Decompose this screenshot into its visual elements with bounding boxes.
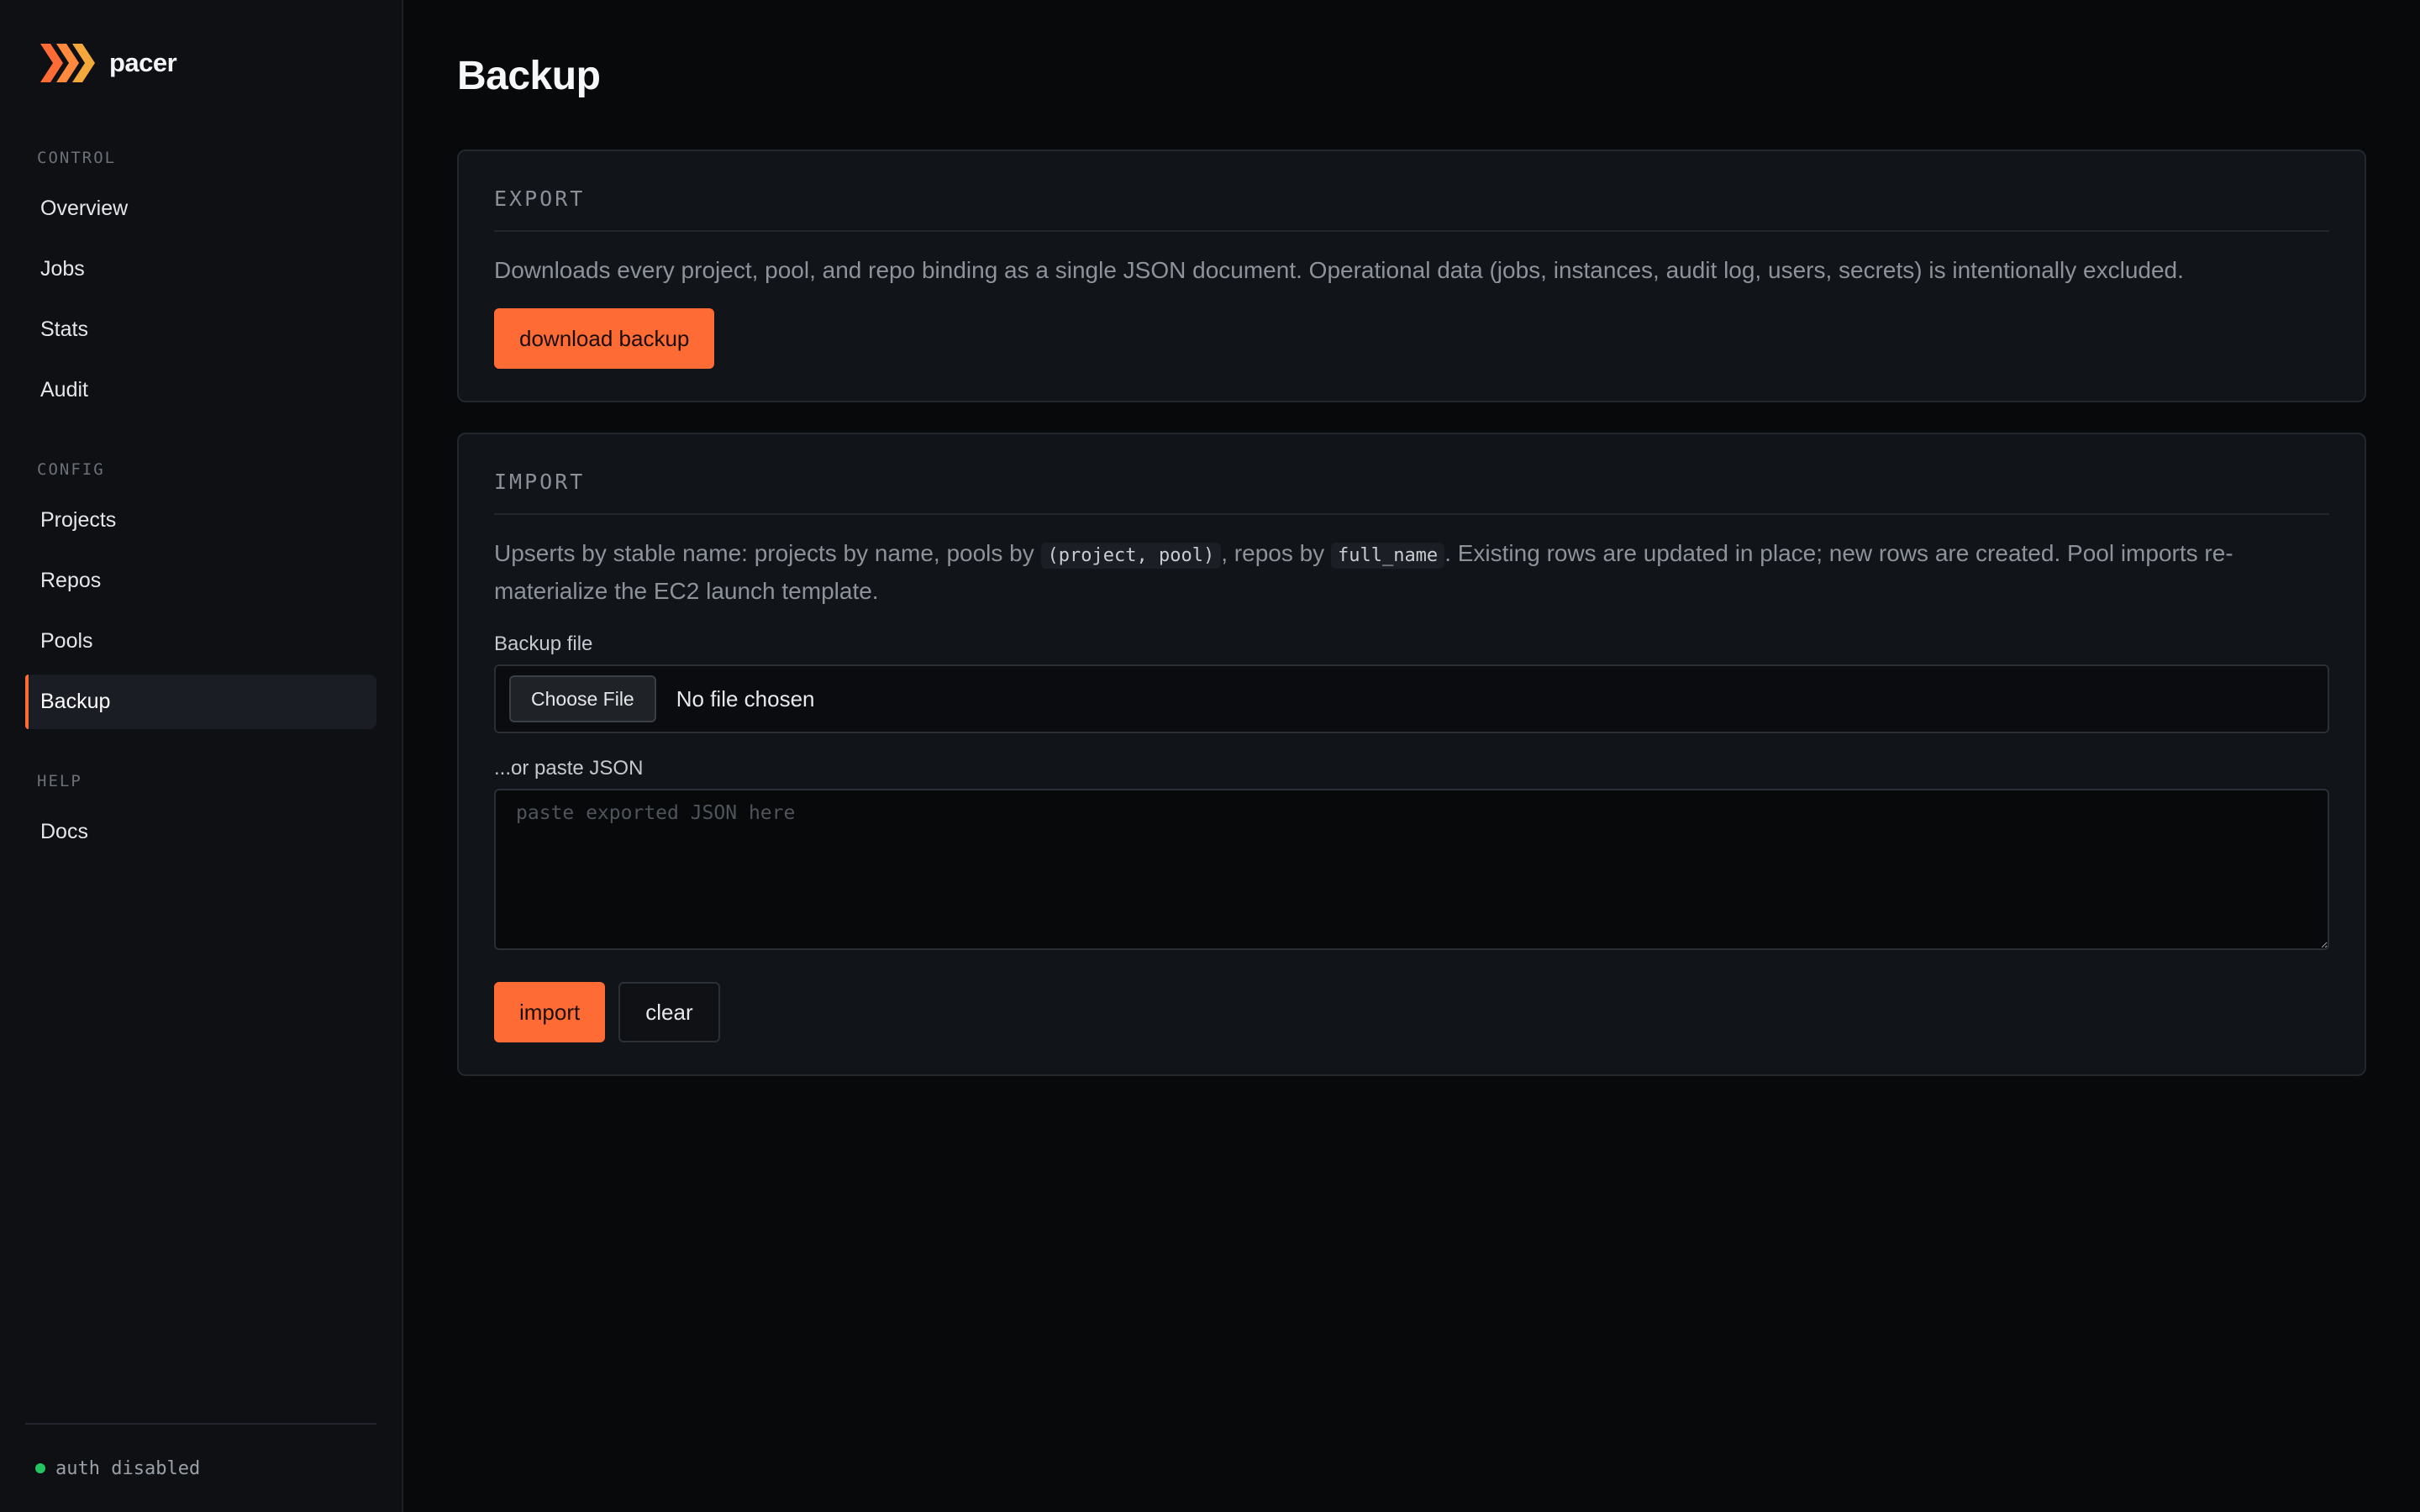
code-full-name: full_name (1330, 543, 1445, 569)
nav-section-config: CONFIG Projects Repos Pools Backup (25, 454, 376, 729)
sidebar: pacer CONTROL Overview Jobs Stats Audit … (0, 0, 403, 1512)
sidebar-item-stats[interactable]: Stats (25, 302, 376, 357)
export-description: Downloads every project, pool, and repo … (494, 257, 2184, 283)
paste-json-textarea[interactable] (494, 789, 2329, 950)
export-card: EXPORT Downloads every project, pool, an… (457, 150, 2366, 402)
brand-name: pacer (109, 48, 177, 77)
auth-status-text: auth disabled (55, 1457, 201, 1479)
file-status-text: No file chosen (676, 685, 815, 711)
clear-button[interactable]: clear (618, 982, 720, 1042)
sidebar-item-backup[interactable]: Backup (25, 675, 376, 729)
nav-section-help: HELP Docs (25, 766, 376, 859)
export-actions: download backup (494, 288, 2329, 401)
import-description-part2: , repos by (1221, 540, 1331, 566)
sidebar-item-pools[interactable]: Pools (25, 614, 376, 669)
status-dot-icon (35, 1463, 45, 1473)
export-card-header: EXPORT (494, 151, 2329, 232)
sidebar-item-audit[interactable]: Audit (25, 363, 376, 417)
import-card-header: IMPORT (494, 434, 2329, 515)
brand[interactable]: pacer (25, 0, 376, 126)
import-button[interactable]: import (494, 982, 606, 1042)
chevrons-right-logo-icon (40, 44, 95, 82)
nav-section-control: CONTROL Overview Jobs Stats Audit (25, 143, 376, 417)
import-actions: import clear (494, 950, 2329, 1074)
page-title: Backup (457, 54, 601, 98)
paste-json-label: ...or paste JSON (494, 757, 644, 780)
nav-heading-control: CONTROL (37, 149, 117, 167)
nav-heading-config: CONFIG (37, 460, 105, 479)
code-project-pool: (project, pool) (1040, 543, 1222, 569)
backup-file-label: Backup file (494, 633, 593, 655)
import-description: Upserts by stable name: projects by name… (494, 515, 2329, 609)
sidebar-item-overview[interactable]: Overview (25, 181, 376, 236)
sidebar-item-docs[interactable]: Docs (25, 805, 376, 859)
main-content: Backup EXPORT Downloads every project, p… (403, 0, 2420, 1512)
import-description-part1: Upserts by stable name: projects by name… (494, 540, 1041, 566)
sidebar-item-projects[interactable]: Projects (25, 493, 376, 548)
choose-file-button[interactable]: Choose File (509, 675, 656, 722)
import-card: IMPORT Upserts by stable name: projects … (457, 433, 2366, 1076)
backup-file-input[interactable]: Choose File No file chosen (494, 664, 2329, 733)
sidebar-item-repos[interactable]: Repos (25, 554, 376, 608)
nav-heading-help: HELP (37, 772, 82, 790)
sidebar-item-jobs[interactable]: Jobs (25, 242, 376, 297)
app-root: pacer CONTROL Overview Jobs Stats Audit … (0, 0, 2420, 1512)
download-backup-button[interactable]: download backup (494, 308, 715, 369)
sidebar-footer: auth disabled (25, 1423, 376, 1512)
